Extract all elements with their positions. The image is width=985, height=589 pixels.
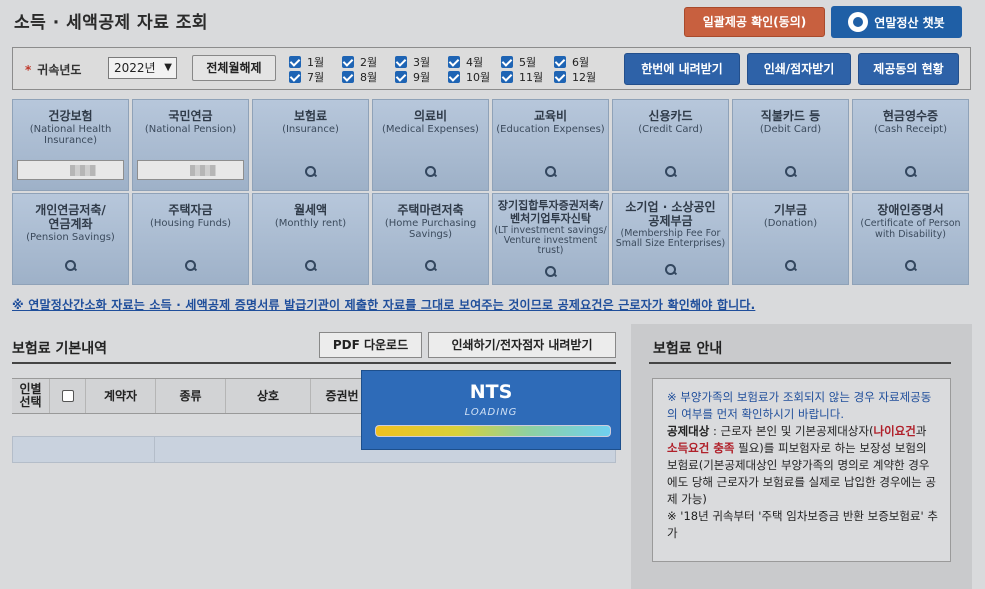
column-header: 계약자 xyxy=(86,379,156,413)
tile-credit-card[interactable]: 신용카드 (Credit Card) xyxy=(612,99,729,191)
checkbox-checked-icon xyxy=(448,56,460,68)
tile-housing-funds[interactable]: 주택자금 (Housing Funds) xyxy=(132,193,249,285)
month-checkbox-6[interactable]: 6월 xyxy=(554,54,589,70)
page-title: 소득 · 세액공제 자료 조회 xyxy=(14,13,209,33)
tile-insurance[interactable]: 보험료 (Insurance) xyxy=(252,99,369,191)
month-checkbox-10[interactable]: 10월 xyxy=(448,69,490,85)
checkbox-checked-icon xyxy=(342,71,354,83)
notice-text: ※ 연말정산간소화 자료는 소득 · 세액공제 증명서류 발급기관이 제출한 자… xyxy=(12,298,756,312)
masked-amount-field xyxy=(137,160,244,180)
guide-line-3: ※ '18년 귀속부터 '주택 임차보증금 반환 보증보험료' 추가 xyxy=(667,509,938,540)
clear-all-months-button[interactable]: 전체월해제 xyxy=(192,55,276,81)
month-checkbox-5[interactable]: 5월 xyxy=(501,54,536,70)
month-checkbox-1[interactable]: 1월 xyxy=(289,54,324,70)
loading-progress-fill xyxy=(376,426,610,436)
tile-small-enterprise-fee[interactable]: 소기업 · 소상공인 공제부금 (Membership Fee For Smal… xyxy=(612,193,729,285)
checkbox-checked-icon xyxy=(554,56,566,68)
select-all-checkbox[interactable] xyxy=(61,390,74,402)
tile-national-pension[interactable]: 국민연금 (National Pension) xyxy=(132,99,249,191)
chatbot-button[interactable]: 연말정산 챗봇 xyxy=(831,6,962,38)
loading-overlay: NTS LOADING xyxy=(361,370,621,450)
download-all-button[interactable]: 한번에 내려받기 xyxy=(624,53,740,85)
search-icon xyxy=(184,260,197,272)
column-header: 종류 xyxy=(156,379,226,413)
insurance-guide-panel: 보험료 안내 ※ 부양가족의 보험료가 조회되지 않는 경우 자료제공동의 여부… xyxy=(631,324,972,589)
search-icon xyxy=(424,166,437,178)
tile-health-insurance[interactable]: 건강보험 (National Health Insurance) xyxy=(12,99,129,191)
consent-button[interactable]: 일괄제공 확인(동의) xyxy=(684,7,825,37)
month-checkboxes: 1월 2월 3월 4월 5월 6월 7월 8월 9월 10월 11월 12월 xyxy=(289,54,599,86)
tile-cash-receipt[interactable]: 현금영수증 (Cash Receipt) xyxy=(852,99,969,191)
checkbox-checked-icon xyxy=(342,56,354,68)
guide-line-2: 공제대상 : 근로자 본인 및 기본공제대상자(나이요건과 소득요건 충족 필요… xyxy=(667,424,936,506)
checkbox-checked-icon xyxy=(395,71,407,83)
chevron-down-icon: ▼ xyxy=(164,62,172,73)
search-icon xyxy=(664,264,677,276)
tile-medical-expenses[interactable]: 의료비 (Medical Expenses) xyxy=(372,99,489,191)
checkbox-checked-icon xyxy=(448,71,460,83)
select-all-checkbox-cell xyxy=(50,379,86,413)
tile-donation[interactable]: 기부금 (Donation) xyxy=(732,193,849,285)
print-braille-button[interactable]: 인쇄/점자받기 xyxy=(747,53,851,85)
year-select[interactable]: 2022년 ▼ xyxy=(108,57,177,79)
checkbox-checked-icon xyxy=(289,71,301,83)
tile-debit-card[interactable]: 직불카드 등 (Debit Card) xyxy=(732,99,849,191)
column-header: 인별 선택 xyxy=(12,379,50,413)
month-checkbox-3[interactable]: 3월 xyxy=(395,54,430,70)
loading-label: LOADING xyxy=(464,407,518,418)
search-icon xyxy=(424,260,437,272)
search-icon xyxy=(64,260,77,272)
checkbox-checked-icon xyxy=(289,56,301,68)
guide-line-1: ※ 부양가족의 보험료가 조회되지 않는 경우 자료제공동의 여부를 먼저 확인… xyxy=(667,390,932,421)
print-braille-download-button[interactable]: 인쇄하기/전자점자 내려받기 xyxy=(428,332,616,358)
tile-education-expenses[interactable]: 교육비 (Education Expenses) xyxy=(492,99,609,191)
masked-amount-field xyxy=(17,160,124,180)
search-icon xyxy=(544,166,557,178)
chatbot-icon xyxy=(848,12,869,32)
column-header: 상호 xyxy=(226,379,311,413)
checkbox-checked-icon xyxy=(501,71,513,83)
section-divider xyxy=(12,362,616,364)
month-checkbox-12[interactable]: 12월 xyxy=(554,69,596,85)
checkbox-checked-icon xyxy=(554,71,566,83)
month-checkbox-11[interactable]: 11월 xyxy=(501,69,543,85)
search-icon xyxy=(304,166,317,178)
side-title: 보험료 안내 xyxy=(653,341,723,357)
tile-disability-certificate[interactable]: 장애인증명서 (Certificate of Person with Disab… xyxy=(852,193,969,285)
nts-logo: NTS xyxy=(469,381,513,403)
search-icon xyxy=(904,166,917,178)
filter-bar: * 귀속년도 2022년 ▼ 전체월해제 1월 2월 3월 4월 5월 6월 7월 … xyxy=(12,47,971,90)
month-checkbox-4[interactable]: 4월 xyxy=(448,54,483,70)
year-label: * 귀속년도 xyxy=(25,63,82,77)
tile-monthly-rent[interactable]: 월세액 (Monthly rent) xyxy=(252,193,369,285)
chatbot-button-label: 연말정산 챗봇 xyxy=(874,15,945,30)
search-icon xyxy=(784,260,797,272)
search-icon xyxy=(544,266,557,278)
side-divider xyxy=(649,362,951,364)
tile-lt-investment-savings[interactable]: 장기집합투자증권저축/ 벤처기업투자신탁 (LT investment savi… xyxy=(492,193,609,285)
month-checkbox-8[interactable]: 8월 xyxy=(342,69,377,85)
search-icon xyxy=(304,260,317,272)
search-icon xyxy=(784,166,797,178)
search-icon xyxy=(664,166,677,178)
tile-pension-savings[interactable]: 개인연금저축/ 연금계좌 (Pension Savings) xyxy=(12,193,129,285)
pdf-download-button[interactable]: PDF 다운로드 xyxy=(319,332,422,358)
section-title: 보험료 기본내역 xyxy=(12,341,108,357)
month-checkbox-7[interactable]: 7월 xyxy=(289,69,324,85)
checkbox-checked-icon xyxy=(395,56,407,68)
guide-info-box: ※ 부양가족의 보험료가 조회되지 않는 경우 자료제공동의 여부를 먼저 확인… xyxy=(652,378,951,562)
consent-status-button[interactable]: 제공동의 현황 xyxy=(858,53,959,85)
month-checkbox-9[interactable]: 9월 xyxy=(395,69,430,85)
checkbox-checked-icon xyxy=(501,56,513,68)
tile-home-purchasing-savings[interactable]: 주택마련저축 (Home Purchasing Savings) xyxy=(372,193,489,285)
search-icon xyxy=(904,260,917,272)
loading-progress-bar xyxy=(375,425,611,437)
month-checkbox-2[interactable]: 2월 xyxy=(342,54,377,70)
